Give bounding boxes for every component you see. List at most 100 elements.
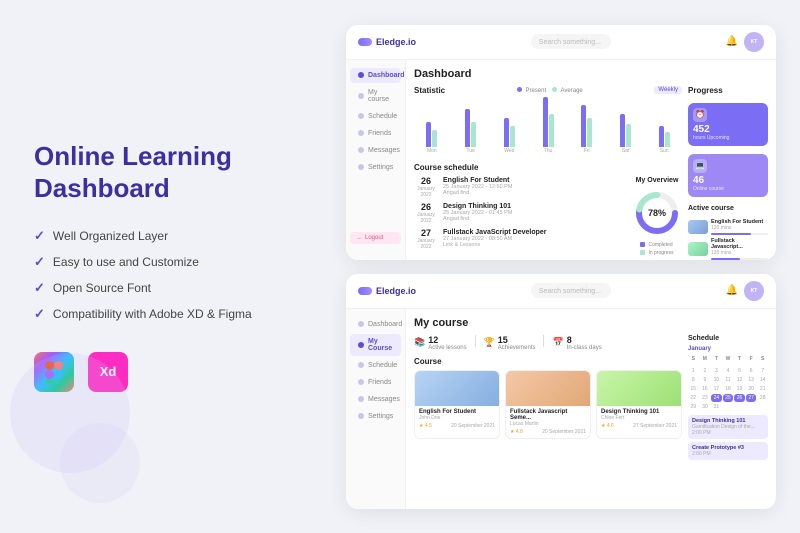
bar-present-2	[504, 118, 509, 147]
cal-day-13[interactable]: 7	[757, 367, 768, 375]
date-box-2: 27 January 2022	[414, 228, 438, 250]
course-thumb-1	[688, 242, 708, 256]
course-info-mini-0: English For Student 120 mins	[711, 219, 768, 235]
mini-sidebar-1: Dashboard My course Schedule Friends Mes…	[346, 60, 406, 260]
sidebar-label-settings: Settings	[368, 164, 393, 171]
card-icons-2: 🔔 KT	[726, 281, 764, 301]
legend-sq-inprogress	[640, 250, 645, 255]
ov-num-1: 12	[428, 335, 466, 345]
active-icon: 📚	[414, 337, 425, 348]
cal-day-15[interactable]: 9	[700, 376, 711, 384]
sidebar-item-messages[interactable]: Messages	[350, 143, 401, 158]
ov-label-2: Achievements	[498, 345, 536, 351]
bar-group-3: Thu	[530, 97, 566, 154]
sched-course-name-0: English For Student	[443, 177, 626, 184]
cal-day-32[interactable]: 26	[734, 394, 745, 402]
feature-item-4: ✓ Compatibility with Adobe XD & Figma	[34, 306, 294, 322]
sidebar2-item-settings[interactable]: Settings	[350, 409, 401, 424]
sched-event-time-1: 2:00 PM	[692, 451, 764, 457]
card-search-1[interactable]: Search something...	[531, 34, 611, 49]
cal-day-21[interactable]: 15	[688, 385, 699, 393]
cal-day-18[interactable]: 12	[734, 376, 745, 384]
sidebar-label-friends: Friends	[368, 130, 391, 137]
trophy-icon: 🏆	[484, 337, 495, 348]
cal-day-37[interactable]: 31	[711, 403, 722, 411]
cal-day-34[interactable]: 28	[757, 394, 768, 402]
cal-day-29[interactable]: 23	[700, 394, 711, 402]
cal-day-12[interactable]: 6	[746, 367, 757, 375]
brand-logos: Xd	[34, 352, 294, 392]
sidebar-label-messages: Messages	[368, 147, 400, 154]
cal-day-8[interactable]: 2	[700, 367, 711, 375]
cal-day-28[interactable]: 22	[688, 394, 699, 402]
cal-day-26[interactable]: 20	[746, 385, 757, 393]
cal-day-7[interactable]: 1	[688, 367, 699, 375]
sidebar2-item-messages[interactable]: Messages	[350, 392, 401, 407]
overview-stat-2: 🏆 15 Achievements	[484, 335, 536, 351]
bar-present-1	[465, 109, 470, 147]
cal-day-31[interactable]: 25	[723, 394, 734, 402]
cal-day-24[interactable]: 18	[723, 385, 734, 393]
cal-day-30[interactable]: 24	[711, 394, 722, 402]
cal-day-11[interactable]: 5	[734, 367, 745, 375]
cal-day-23[interactable]: 17	[711, 385, 722, 393]
sidebar2-item-friends[interactable]: Friends	[350, 375, 401, 390]
card-body-1: Dashboard My course Schedule Friends Mes…	[346, 60, 776, 260]
sidebar-dot-4	[358, 130, 364, 136]
schedule-row-2: 27 January 2022 Fullstack JavaScript Dev…	[414, 228, 626, 250]
cal-day-33[interactable]: 27	[746, 394, 757, 402]
sched-info-2: Fullstack JavaScript Developer 27 Januar…	[443, 229, 626, 248]
sidebar-item-dashboard[interactable]: Dashboard	[350, 68, 401, 83]
sidebar2-dot-2	[358, 342, 364, 348]
bar-present-3	[543, 97, 548, 147]
cal-day-16[interactable]: 10	[711, 376, 722, 384]
cal-day-10[interactable]: 4	[723, 367, 734, 375]
left-panel: Online Learning Dashboard ✓ Well Organiz…	[24, 121, 304, 411]
cal-header-5: F	[746, 355, 757, 363]
ov-info-3: 8 In-class days	[567, 335, 602, 351]
cal-day-14[interactable]: 8	[688, 376, 699, 384]
cal-header-3: W	[723, 355, 734, 363]
bar-pair-3	[543, 97, 554, 147]
cal-day-9[interactable]: 3	[711, 367, 722, 375]
logout-button[interactable]: → Logout	[350, 232, 401, 244]
legend-average: Average	[552, 87, 583, 94]
feature-item-3: ✓ Open Source Font	[34, 280, 294, 296]
bell-icon-1[interactable]: 🔔	[726, 36, 738, 47]
course-card-stat-0: ★ 4.5 20 September 2021	[419, 423, 495, 429]
sidebar-item-schedule[interactable]: Schedule	[350, 109, 401, 124]
sidebar2-item-dashboard[interactable]: Dashboard	[350, 317, 401, 332]
brand-dot-2	[358, 287, 372, 295]
course-card-rating-2: ★ 4.6	[601, 423, 614, 429]
date-box-1: 26 January 2022	[414, 202, 438, 224]
cal-day-35[interactable]: 29	[688, 403, 699, 411]
card-search-2[interactable]: Search something...	[531, 283, 611, 298]
cal-day-36[interactable]: 30	[700, 403, 711, 411]
cal-header-4: T	[734, 355, 745, 363]
mycourse-main: 📚 12 Active lessons 🏆 15	[414, 335, 682, 509]
calendar-icon: 📅	[552, 337, 563, 348]
cal-day-19[interactable]: 13	[746, 376, 757, 384]
cal-day-1	[700, 364, 711, 366]
sidebar-item-friends[interactable]: Friends	[350, 126, 401, 141]
bar-average-0	[432, 130, 437, 147]
sidebar2-dot-4	[358, 379, 364, 385]
feature-text-4: Compatibility with Adobe XD & Figma	[53, 307, 252, 321]
bell-icon-2[interactable]: 🔔	[726, 285, 738, 296]
cal-day-17[interactable]: 11	[723, 376, 734, 384]
cal-day-25[interactable]: 19	[734, 385, 745, 393]
cal-day-22[interactable]: 16	[700, 385, 711, 393]
bar-average-4	[587, 118, 592, 147]
cal-day-20[interactable]: 14	[757, 376, 768, 384]
progress-online-label: Online course	[693, 186, 763, 192]
sidebar2-dot-5	[358, 396, 364, 402]
sidebar2-item-mycourse[interactable]: My Course	[350, 334, 401, 356]
bar-average-2	[510, 126, 515, 147]
sidebar2-item-schedule[interactable]: Schedule	[350, 358, 401, 373]
sidebar-item-mycourse[interactable]: My course	[350, 85, 401, 107]
sched-event-1: Create Prototype #3 2:00 PM	[688, 442, 768, 460]
sched-teacher-2: Link & Lessons	[443, 242, 626, 248]
sidebar-item-settings[interactable]: Settings	[350, 160, 401, 175]
thumb-img-0	[688, 220, 708, 234]
cal-day-27[interactable]: 21	[757, 385, 768, 393]
